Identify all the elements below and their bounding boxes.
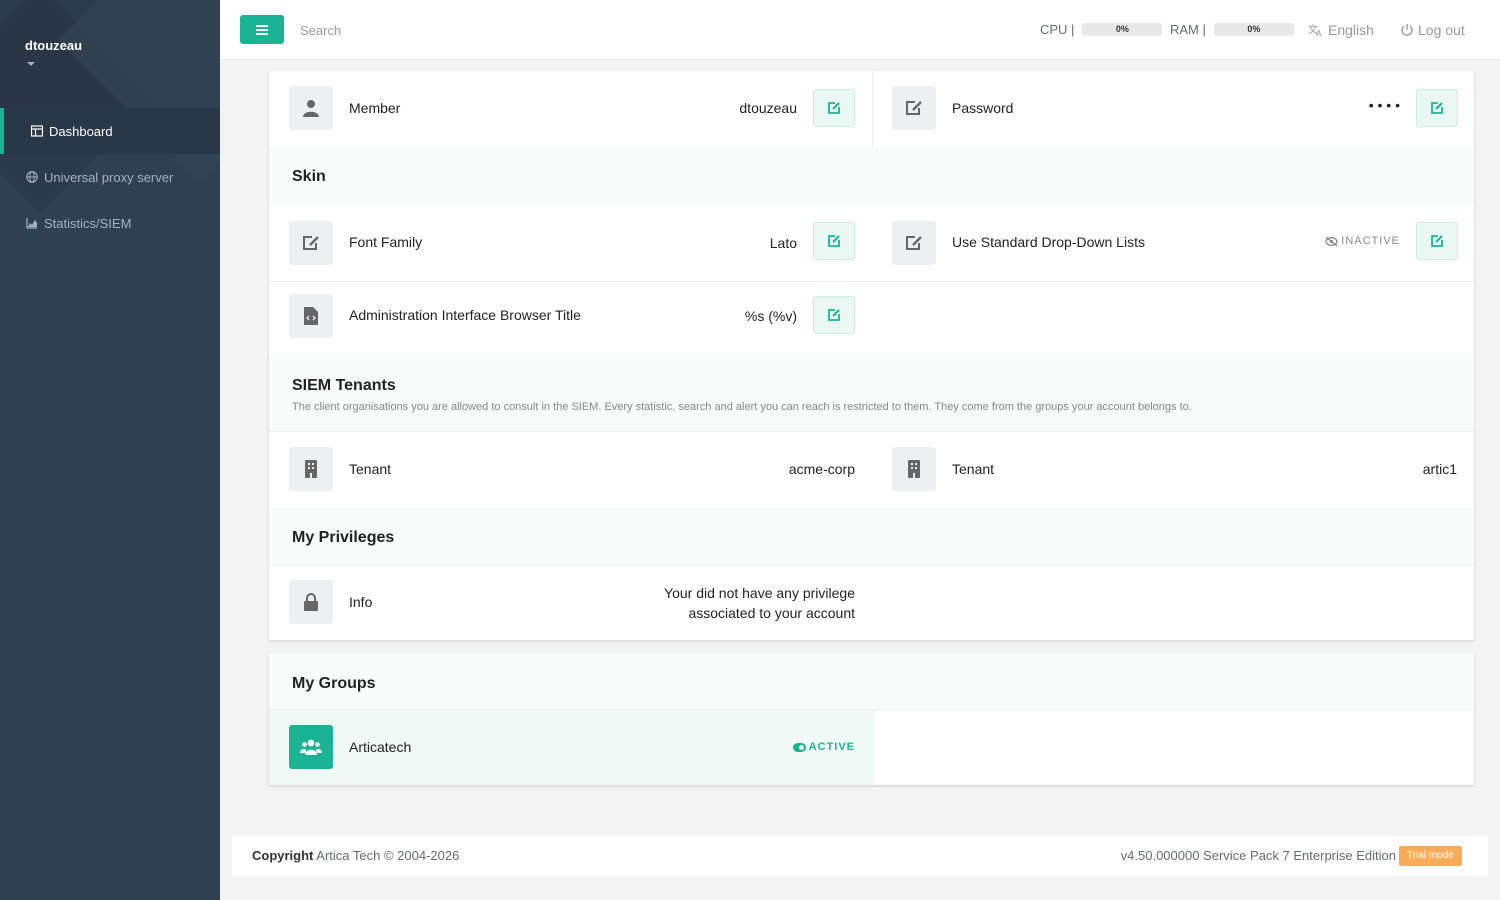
globe-icon (26, 171, 38, 183)
section-title: SIEM Tenants (292, 377, 396, 394)
edit-icon (1431, 102, 1443, 114)
privileges-info-text: Your did not have any privilege associat… (664, 583, 855, 623)
font-family-label: Font Family (349, 234, 423, 250)
sidebar: dtouzeau Dashboard Universal proxy serve… (0, 0, 220, 900)
version-text: v4.50.000000 Service Pack 7 Enterprise E… (1120, 848, 1396, 863)
users-icon (289, 725, 333, 769)
sidebar-item-statistics-siem[interactable]: Statistics/SIEM (0, 200, 220, 246)
ram-usage-bar: 0% (1213, 23, 1294, 36)
profile-menu[interactable]: dtouzeau (25, 38, 82, 66)
copyright-text: Artica Tech © 2004-2026 (316, 848, 460, 863)
privileges-section-header: My Privileges (269, 508, 1474, 565)
cpu-indicator: CPU | 0% (1040, 22, 1163, 37)
toggle-on-icon (792, 742, 806, 752)
user-icon (289, 86, 333, 130)
sidebar-item-label: Dashboard (49, 123, 113, 139)
sidebar-item-label: Statistics/SIEM (44, 215, 132, 231)
edit-member-button[interactable] (813, 89, 855, 127)
account-row: Member dtouzeau Password • • • • (269, 71, 1474, 147)
logout-label[interactable]: Log out (1418, 22, 1465, 38)
edit-icon (828, 309, 840, 321)
dropdown-lists-label: Use Standard Drop-Down Lists (952, 234, 1145, 250)
eye-slash-icon (1325, 235, 1338, 247)
copyright-bold: Copyright (252, 848, 314, 863)
skin-row-2: Administration Interface Browser Title %… (269, 282, 1474, 354)
svg-text:A: A (1316, 29, 1322, 37)
section-title: My Privileges (292, 529, 395, 546)
group-status-badge: ACTIVE (792, 741, 855, 753)
tenant-value: acme-corp (788, 461, 855, 477)
privileges-row: Info Your did not have any privilege ass… (269, 565, 1474, 640)
groups-card: My Groups Articatech ACTIVE (269, 653, 1474, 785)
edit-icon (1431, 235, 1443, 247)
account-settings-card: Member dtouzeau Password • • • • Skin Fo… (269, 71, 1474, 640)
caret-down-icon[interactable] (27, 62, 35, 66)
copyright: Copyright Artica Tech © 2004-2026 (252, 848, 459, 863)
hamburger-icon (256, 24, 268, 35)
file-code-icon (289, 294, 333, 338)
password-label: Password (952, 100, 1014, 116)
toggle-sidebar-button[interactable] (240, 15, 284, 44)
section-description: The client organisations you are allowed… (292, 401, 1192, 413)
member-value: dtouzeau (739, 100, 797, 116)
area-chart-icon (26, 218, 37, 229)
member-label: Member (349, 100, 401, 116)
logout-link[interactable]: Log out (1400, 22, 1465, 38)
browser-title-value: %s (%v) (744, 308, 797, 324)
sidebar-item-label: Universal proxy server (44, 169, 174, 185)
ram-indicator: RAM | 0% (1170, 22, 1294, 37)
tenant-label: Tenant (349, 461, 392, 477)
sidebar-nav: Dashboard Universal proxy server Statist… (0, 108, 220, 246)
skin-row-1: Font Family Lato Use Standard Drop-Down … (269, 204, 1474, 282)
info-line: Your did not have any privilege (664, 585, 855, 601)
ram-label: RAM | (1170, 22, 1206, 37)
dropdown-status-badge: INACTIVE (1325, 235, 1400, 247)
tenant-value: artic1 (1422, 461, 1457, 477)
skin-section-header: Skin (269, 147, 1474, 204)
building-icon (892, 447, 936, 491)
dropdown-status: INACTIVE (1341, 235, 1400, 247)
info-label: Info (349, 594, 373, 610)
search-input[interactable] (300, 18, 600, 42)
edit-icon (892, 86, 936, 130)
siem-section-header: SIEM Tenants The client organisations yo… (269, 354, 1474, 432)
edit-browser-title-button[interactable] (813, 296, 855, 334)
sidebar-item-universal-proxy[interactable]: Universal proxy server (0, 154, 220, 200)
cpu-label: CPU | (1040, 22, 1075, 37)
password-value: • • • • (1368, 97, 1400, 113)
group-status: ACTIVE (808, 741, 855, 753)
browser-title-label: Administration Interface Browser Title (349, 307, 581, 323)
language-selector[interactable]: 文A English (1308, 22, 1374, 38)
edit-icon (892, 221, 936, 265)
edit-font-family-button[interactable] (813, 222, 855, 260)
building-icon (289, 447, 333, 491)
groups-section-header: My Groups (269, 653, 1474, 710)
tenant-label: Tenant (952, 461, 995, 477)
group-name: Articatech (349, 739, 412, 755)
footer: Copyright Artica Tech © 2004-2026 v4.50.… (232, 836, 1488, 876)
font-family-value: Lato (769, 235, 797, 251)
language-label[interactable]: English (1328, 22, 1374, 38)
group-item[interactable]: Articatech ACTIVE (269, 710, 875, 785)
info-line: associated to your account (688, 605, 855, 621)
table-icon (31, 125, 43, 137)
section-title: Skin (292, 168, 326, 185)
tenants-row: Tenant acme-corp Tenant artic1 (269, 432, 1474, 508)
edit-password-button[interactable] (1416, 89, 1458, 127)
edit-icon (289, 221, 333, 265)
column-divider (872, 71, 873, 147)
power-icon (1401, 24, 1413, 36)
cpu-usage-bar: 0% (1082, 23, 1163, 36)
edit-icon (828, 235, 840, 247)
top-navbar: CPU | 0% RAM | 0% 文A English Log out (220, 0, 1500, 60)
profile-username[interactable]: dtouzeau (25, 38, 82, 53)
edit-dropdown-lists-button[interactable] (1416, 222, 1458, 260)
trial-mode-badge: Trial mode (1399, 846, 1462, 866)
language-icon: 文A (1308, 23, 1322, 37)
edit-icon (828, 102, 840, 114)
lock-icon (289, 580, 333, 624)
sidebar-item-dashboard[interactable]: Dashboard (0, 108, 220, 154)
section-title: My Groups (292, 675, 376, 692)
